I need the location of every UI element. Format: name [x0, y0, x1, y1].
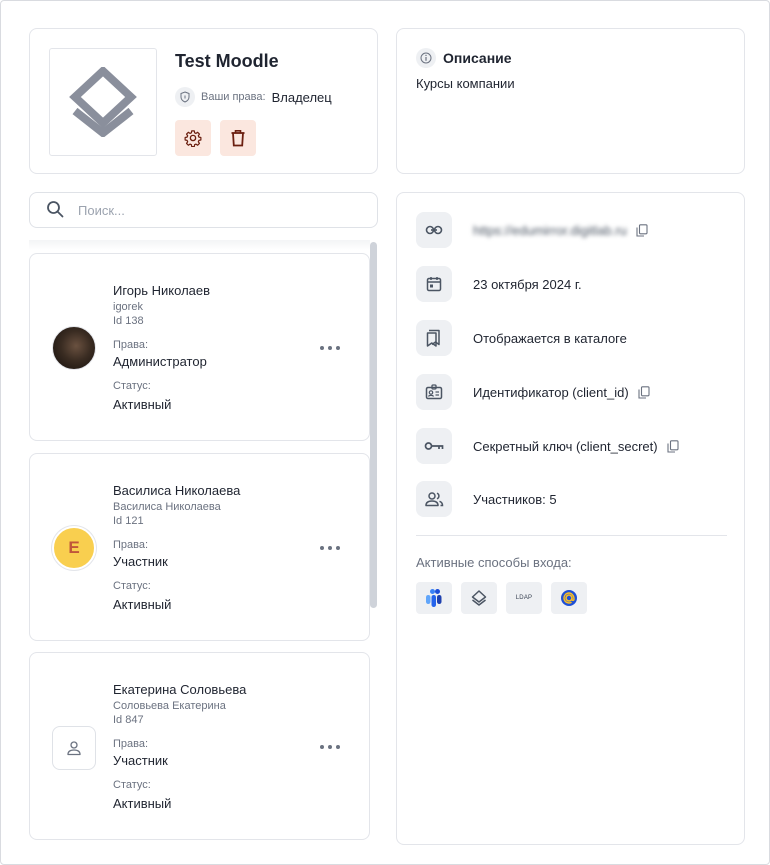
detail-link-row: https://edumirror.digitlab.ru	[416, 212, 648, 248]
delete-button[interactable]	[220, 120, 256, 156]
rights-label: Права:	[113, 339, 149, 351]
layers-logo-icon	[69, 67, 137, 137]
divider	[416, 535, 727, 536]
login-method-email[interactable]	[551, 582, 587, 614]
detail-participants-row: Участников: 5	[416, 481, 557, 517]
user-login: Василиса Николаева	[113, 501, 221, 513]
user-card[interactable]: E Василиса Николаева Василиса Николаева …	[29, 453, 370, 641]
description-text: Курсы компании	[416, 76, 515, 91]
avatar-letter: E	[68, 538, 80, 557]
status-value: Активный	[113, 597, 172, 612]
description-header: Описание	[416, 48, 512, 68]
app-card: Test Moodle Ваши права: Владелец	[29, 28, 378, 174]
list-scrollbar[interactable]	[370, 242, 377, 608]
rights-value: Владелец	[271, 89, 332, 105]
calendar-icon	[416, 266, 452, 302]
user-id: Id 138	[113, 315, 144, 327]
email-at-icon	[561, 590, 577, 606]
description-card: Описание Курсы компании	[396, 28, 745, 174]
ldap-icon: LDAP	[515, 595, 533, 601]
user-card[interactable]: Игорь Николаев igorek Id 138 Права: Адми…	[29, 253, 370, 441]
status-value: Активный	[113, 796, 172, 811]
more-options-button[interactable]	[320, 741, 340, 753]
id-badge-icon	[416, 374, 452, 410]
rights-value: Администратор	[113, 354, 207, 369]
rights-value: Участник	[113, 753, 168, 768]
more-options-button[interactable]	[320, 342, 340, 354]
user-placeholder-icon	[67, 741, 81, 756]
user-id: Id 121	[113, 515, 144, 527]
user-login: igorek	[113, 301, 143, 313]
copy-icon[interactable]	[638, 385, 650, 399]
more-options-button[interactable]	[320, 542, 340, 554]
detail-client-secret-row: Секретный ключ (client_secret)	[416, 428, 679, 464]
settings-button[interactable]	[175, 120, 211, 156]
app-link[interactable]: https://edumirror.digitlab.ru	[473, 223, 627, 238]
copy-icon[interactable]	[636, 223, 648, 237]
login-method-brand[interactable]	[416, 582, 452, 614]
rights-label: Права:	[113, 738, 149, 750]
search-icon	[46, 200, 64, 221]
logo-icon	[426, 589, 442, 607]
created-date: 23 октября 2024 г.	[473, 276, 582, 292]
user-card[interactable]: Екатерина Соловьева Соловьева Екатерина …	[29, 652, 370, 840]
app-actions	[175, 120, 256, 156]
login-method-moodle[interactable]	[461, 582, 497, 614]
user-name: Василиса Николаева	[113, 483, 241, 498]
key-icon	[416, 428, 452, 464]
login-method-ldap[interactable]: LDAP	[506, 582, 542, 614]
app-title: Test Moodle	[175, 51, 279, 71]
rights-label: Ваши права:	[201, 91, 266, 103]
login-methods-title: Активные способы входа:	[416, 555, 572, 570]
search-input[interactable]	[78, 202, 338, 218]
info-icon	[416, 48, 436, 68]
list-top-shadow	[29, 240, 370, 250]
app-logo	[49, 48, 157, 156]
link-icon	[416, 212, 452, 248]
user-name: Игорь Николаев	[113, 283, 211, 298]
rights-label: Права:	[113, 539, 149, 551]
trash-icon	[231, 130, 245, 147]
client-id-label: Идентификатор (client_id)	[473, 384, 629, 400]
status-label: Статус:	[113, 779, 151, 791]
status-label: Статус:	[113, 580, 151, 592]
client-secret-label: Секретный ключ (client_secret)	[473, 438, 658, 454]
detail-date-row: 23 октября 2024 г.	[416, 266, 582, 302]
bookmarks-icon	[416, 320, 452, 356]
avatar	[52, 726, 96, 770]
users-icon	[416, 481, 452, 517]
status-value: Активный	[113, 397, 172, 412]
status-label: Статус:	[113, 380, 151, 392]
shield-icon	[175, 87, 195, 107]
copy-icon[interactable]	[667, 439, 679, 453]
gear-icon	[184, 130, 202, 147]
user-id: Id 847	[113, 714, 144, 726]
detail-catalog-row: Отображается в каталоге	[416, 320, 627, 356]
detail-client-id-row: Идентификатор (client_id)	[416, 374, 650, 410]
description-title: Описание	[443, 50, 512, 66]
login-methods: LDAP	[416, 582, 587, 614]
user-name: Екатерина Соловьева	[113, 682, 247, 697]
catalog-status: Отображается в каталоге	[473, 330, 627, 346]
details-panel: https://edumirror.digitlab.ru 23 октября…	[396, 192, 745, 845]
user-login: Соловьева Екатерина	[113, 700, 226, 712]
rights-row: Ваши права: Владелец	[175, 86, 332, 108]
avatar: E	[52, 526, 96, 570]
participants-count: Участников: 5	[473, 491, 557, 507]
search-box	[29, 192, 378, 228]
rights-value: Участник	[113, 554, 168, 569]
avatar	[52, 326, 96, 370]
layers-icon	[471, 590, 487, 606]
